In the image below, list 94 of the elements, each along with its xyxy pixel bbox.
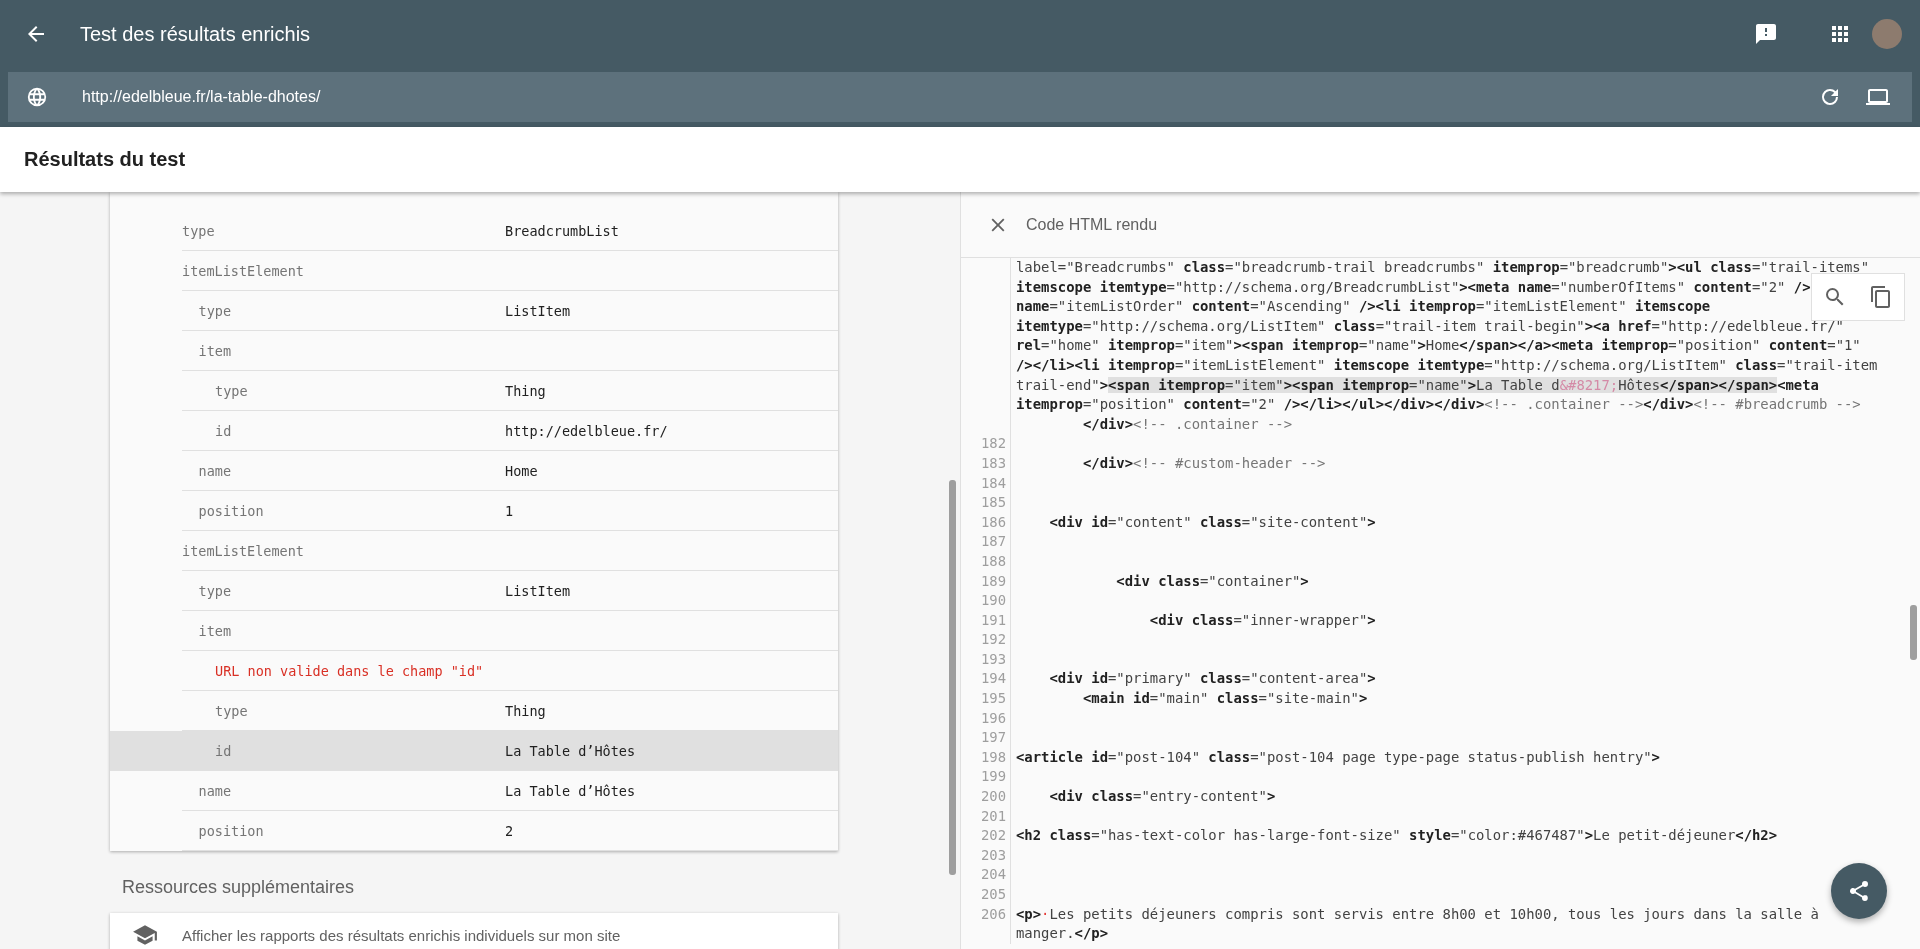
property-key: itemListElement <box>182 262 505 279</box>
code-line: label="Breadcrumbs" class="breadcrumb-trail breadcrumbs" itemprop="breadcrumb"><ul class="trail-items" <box>1015 258 1870 277</box>
panel-title: Code HTML rendu <box>1026 215 1158 234</box>
property-key: item <box>182 342 505 359</box>
line-number: 184 <box>980 474 1006 491</box>
code-line: <div id="primary" class="content-area"> <box>1048 669 1376 689</box>
code-line: manger.</p> <box>1015 924 1108 944</box>
result-row[interactable]: position 2 <box>110 811 838 851</box>
result-row[interactable]: item <box>110 331 838 371</box>
line-number: 203 <box>980 846 1006 863</box>
property-key: position <box>182 822 505 839</box>
property-key: name <box>182 782 505 799</box>
property-value: 1 <box>505 502 514 519</box>
code-line: <article id="post-104" class="post-104 page type-page status-publish hentry"> <box>1015 747 1660 767</box>
property-value: Thing <box>505 382 546 399</box>
line-number: 202 <box>980 827 1006 844</box>
section-title: Ressources supplémentaires <box>122 877 356 898</box>
error-message: URL non valide dans le champ "id" <box>214 662 484 679</box>
property-value: Home <box>505 462 538 479</box>
property-value: 2 <box>505 822 514 839</box>
url-text: http://edelbleue.fr/la-table-dhotes/ <box>82 88 321 106</box>
result-row[interactable]: type ListItem <box>110 291 838 331</box>
line-number: 182 <box>980 435 1006 452</box>
line-number: 195 <box>980 690 1006 707</box>
result-row[interactable]: id http://edelbleue.fr/ <box>110 411 838 451</box>
code-line: itemprop="position" content="2" /></li></ul></div></div><!-- .container --></div><!-- #breadcrumb --> <box>1015 395 1861 415</box>
app-title: Test des résultats enrichis <box>80 22 311 46</box>
result-row[interactable]: item <box>110 611 838 651</box>
line-number: 201 <box>980 807 1006 824</box>
code-line: <h2 class="has-text-color has-large-font-size" style="color:#467487">Le petit-déjeuner</h2> <box>1015 826 1778 846</box>
line-number: 185 <box>980 494 1006 511</box>
result-row[interactable]: id La Table d’Hôtes <box>110 731 838 771</box>
property-key: type <box>182 302 505 319</box>
code-line: <main id="main" class="site-main"> <box>1081 689 1368 709</box>
result-row[interactable]: type Thing <box>110 371 838 411</box>
line-number: 198 <box>980 748 1006 765</box>
code-line: /></li><li itemprop="itemListElement" itemscope itemtype="http://schema.org/ListItem" class="trail-item <box>1015 355 1878 375</box>
property-key: type <box>182 702 505 719</box>
line-number: 196 <box>980 709 1006 726</box>
property-key: name <box>182 462 505 479</box>
result-row[interactable]: type BreadcrumbList <box>110 211 838 251</box>
code-line: <div class="container"> <box>1115 571 1309 591</box>
code-line: name="itemListOrder" content="Ascending" /><li itemprop="itemListElement" itemscope <box>1015 297 1711 317</box>
code-line: trail-end"><span itemprop="item"><span itemprop="name">La Table d&#8217;Hôtes</span></span><meta <box>1015 375 1819 395</box>
line-number: 194 <box>980 670 1006 687</box>
line-number: 189 <box>980 572 1006 589</box>
results-title: Résultats du test <box>24 148 186 171</box>
property-value: La Table d’Hôtes <box>505 742 636 759</box>
result-row[interactable]: name Home <box>110 451 838 491</box>
property-key: type <box>182 382 505 399</box>
property-value: BreadcrumbList <box>505 222 619 239</box>
result-row[interactable]: position 1 <box>110 491 838 531</box>
property-key: id <box>182 742 505 759</box>
property-key: type <box>182 222 505 239</box>
property-key: item <box>182 622 505 639</box>
line-number: 188 <box>980 552 1006 569</box>
line-number: 190 <box>980 592 1006 609</box>
line-number: 205 <box>980 886 1006 902</box>
property-key: id <box>182 422 505 439</box>
line-number: 206 <box>980 905 1006 922</box>
property-value: ListItem <box>505 302 571 319</box>
property-key: type <box>182 582 505 599</box>
property-key: position <box>182 502 505 519</box>
line-number: 193 <box>980 650 1006 667</box>
code-line: rel="home" itemprop="item"><span itemprop="name">Home</span></a><meta itemprop="position" content="1" <box>1015 336 1861 356</box>
line-number: 186 <box>980 513 1006 530</box>
code-line: </div><!-- #custom-header --> <box>1081 453 1326 473</box>
result-row[interactable]: itemListElement <box>110 251 838 291</box>
property-key: itemListElement <box>182 542 505 559</box>
line-number: 204 <box>980 866 1006 883</box>
code-line: </div><!-- .container --> <box>1081 414 1292 434</box>
line-number: 187 <box>980 533 1006 550</box>
resource-link[interactable]: Afficher les rapports des résultats enrichis individuels sur mon site <box>110 913 838 949</box>
line-number: 197 <box>980 729 1006 746</box>
result-row[interactable]: URL non valide dans le champ "id" <box>110 651 838 691</box>
code-line: <div class="entry-content"> <box>1048 787 1276 807</box>
property-value: La Table d’Hôtes <box>505 782 636 799</box>
property-value: http://edelbleue.fr/ <box>505 422 668 439</box>
line-number: 191 <box>980 611 1006 628</box>
code-line: itemscope itemtype="http://schema.org/BreadcrumbList"><meta name="numberOfItems" content="2" /> <box>1015 277 1811 297</box>
code-line: <div class="inner-wrapper"> <box>1148 610 1376 630</box>
url-bar[interactable]: http://edelbleue.fr/la-table-dhotes/ <box>8 72 1912 122</box>
line-number: 192 <box>980 631 1006 648</box>
result-row[interactable]: itemListElement <box>110 531 838 571</box>
line-number: 199 <box>980 768 1006 785</box>
result-row[interactable]: name La Table d’Hôtes <box>110 771 838 811</box>
code-line: itemtype="http://schema.org/ListItem" class="trail-item trail-begin"><a href="http://edelbleue.fr/" <box>1015 316 1844 336</box>
property-value: ListItem <box>505 582 571 599</box>
code-line: <p>·Les petits déjeuners compris sont servis entre 8h00 et 10h00, tous les jours dans la salle à <box>1015 904 1819 924</box>
code-line: <div id="content" class="site-content"> <box>1048 512 1376 532</box>
result-row[interactable]: type ListItem <box>110 571 838 611</box>
line-number: 183 <box>980 454 1006 471</box>
line-number: 200 <box>980 788 1006 805</box>
property-value: Thing <box>505 702 546 719</box>
